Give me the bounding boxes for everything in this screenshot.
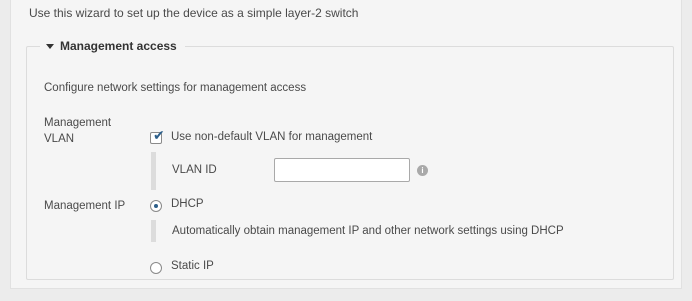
- management-access-section-toggle[interactable]: Management access: [40, 39, 185, 53]
- static-ip-radio[interactable]: [150, 262, 162, 274]
- caret-down-icon: [46, 43, 54, 49]
- wizard-intro-text: Use this wizard to set up the device as …: [29, 6, 359, 20]
- static-ip-label[interactable]: Static IP: [171, 260, 214, 272]
- checkmark-icon: ✔: [153, 127, 165, 143]
- non-default-vlan-label[interactable]: Use non-default VLAN for management: [171, 131, 372, 143]
- management-vlan-label-line2: VLAN: [44, 133, 75, 145]
- info-icon[interactable]: i: [417, 165, 428, 176]
- dhcp-indent-bar: [151, 220, 156, 242]
- vlan-indent-bar: [151, 152, 156, 190]
- dhcp-radio[interactable]: [150, 200, 162, 212]
- non-default-vlan-checkbox[interactable]: ✔: [150, 128, 165, 144]
- dhcp-label[interactable]: DHCP: [171, 198, 204, 210]
- radio-selected-dot: [154, 204, 158, 208]
- management-ip-label: Management IP: [44, 200, 126, 212]
- section-description: Configure network settings for managemen…: [44, 82, 307, 94]
- section-title: Management access: [60, 39, 177, 53]
- vlan-id-label: VLAN ID: [172, 164, 217, 176]
- vlan-id-input[interactable]: [274, 158, 410, 182]
- dhcp-hint-text: Automatically obtain management IP and o…: [172, 225, 564, 237]
- management-vlan-label: Management VLAN: [44, 115, 111, 147]
- management-vlan-label-line1: Management: [44, 117, 112, 129]
